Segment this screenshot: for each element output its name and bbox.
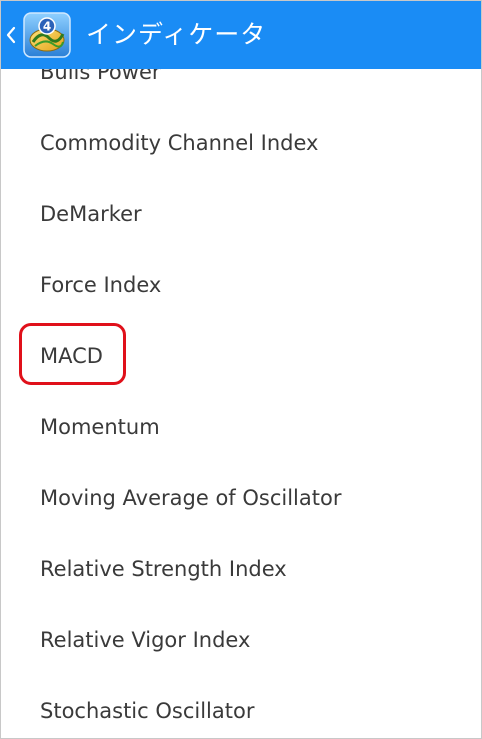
chevron-left-icon[interactable] [4,21,18,49]
list-item-label: Commodity Channel Index [40,130,319,155]
list-item-label: DeMarker [40,201,142,226]
logo-badge-number: 4 [43,20,51,34]
list-item-label: Relative Vigor Index [40,627,251,652]
list-item[interactable]: Moving Average of Oscillator [1,462,481,533]
indicator-list[interactable]: Bulls Power Commodity Channel Index DeMa… [1,1,481,738]
list-item[interactable]: Momentum [1,391,481,462]
list-item-label: Momentum [40,414,160,439]
metatrader-4-logo-icon[interactable]: 4 [23,12,71,58]
list-item[interactable]: Stochastic Oscillator [1,675,481,738]
list-item-macd[interactable]: MACD [1,320,481,391]
list-item-label: MACD [40,343,103,368]
list-item[interactable]: Relative Vigor Index [1,604,481,675]
list-item[interactable]: Relative Strength Index [1,533,481,604]
list-item-label: Moving Average of Oscillator [40,485,342,510]
list-item[interactable]: Commodity Channel Index [1,107,481,178]
list-item-label: Force Index [40,272,162,297]
list-item[interactable]: Force Index [1,249,481,320]
screen: Bulls Power Commodity Channel Index DeMa… [0,0,482,739]
page-title: インディケータ [86,20,267,49]
list-item[interactable]: DeMarker [1,178,481,249]
action-bar: 4 インディケータ [1,1,481,69]
list-item-label: Relative Strength Index [40,556,287,581]
list-item-label: Stochastic Oscillator [40,698,255,723]
